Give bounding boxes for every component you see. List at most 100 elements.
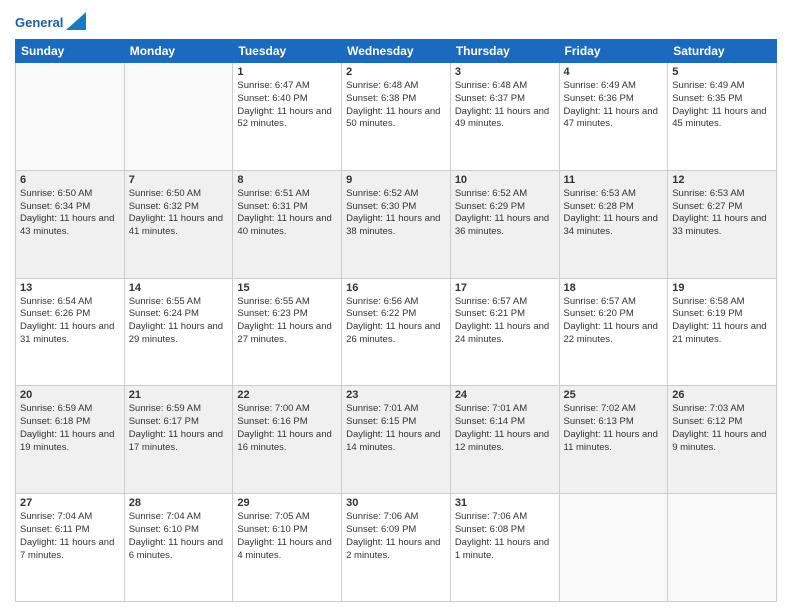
- day-info: Sunrise: 6:48 AM Sunset: 6:37 PM Dayligh…: [455, 80, 555, 131]
- calendar-week-3: 13 Sunrise: 6:54 AM Sunset: 6:26 PM Dayli…: [16, 278, 777, 386]
- day-info: Sunrise: 7:04 AM Sunset: 6:10 PM Dayligh…: [129, 511, 229, 562]
- day-info: Sunrise: 7:00 AM Sunset: 6:16 PM Dayligh…: [237, 403, 337, 454]
- day-number: 21: [129, 389, 229, 401]
- day-info: Sunrise: 6:57 AM Sunset: 6:20 PM Dayligh…: [564, 296, 664, 347]
- calendar-cell: [16, 63, 125, 171]
- day-number: 15: [237, 282, 337, 294]
- calendar-cell: 15 Sunrise: 6:55 AM Sunset: 6:23 PM Dayli…: [233, 278, 342, 386]
- day-info: Sunrise: 6:54 AM Sunset: 6:26 PM Dayligh…: [20, 296, 120, 347]
- calendar-cell: 24Sunrise: 7:01 AM Sunset: 6:14 PM Dayli…: [450, 386, 559, 494]
- weekday-header-row: SundayMondayTuesdayWednesdayThursdayFrid…: [16, 40, 777, 63]
- day-number: 26: [672, 389, 772, 401]
- day-number: 23: [346, 389, 446, 401]
- day-number: 16: [346, 282, 446, 294]
- calendar-cell: 12 Sunrise: 6:53 AM Sunset: 6:27 PM Dayli…: [668, 170, 777, 278]
- day-number: 22: [237, 389, 337, 401]
- calendar-cell: 27 Sunrise: 7:04 AM Sunset: 6:11 PM Dayli…: [16, 494, 125, 602]
- calendar-cell: [668, 494, 777, 602]
- day-number: 30: [346, 497, 446, 509]
- day-number: 3: [455, 66, 555, 78]
- day-number: 24: [455, 389, 555, 401]
- day-info: Sunrise: 6:53 AM Sunset: 6:28 PM Dayligh…: [564, 188, 664, 239]
- day-info: Sunrise: 7:03 AM Sunset: 6:12 PM Dayligh…: [672, 403, 772, 454]
- calendar-cell: 13 Sunrise: 6:54 AM Sunset: 6:26 PM Dayli…: [16, 278, 125, 386]
- day-number: 27: [20, 497, 120, 509]
- calendar-week-2: 6 Sunrise: 6:50 AM Sunset: 6:34 PM Daylig…: [16, 170, 777, 278]
- day-number: 8: [237, 174, 337, 186]
- day-info: Sunrise: 6:58 AM Sunset: 6:19 PM Dayligh…: [672, 296, 772, 347]
- calendar-cell: 14Sunrise: 6:55 AM Sunset: 6:24 PM Dayli…: [124, 278, 233, 386]
- day-info: Sunrise: 6:53 AM Sunset: 6:27 PM Dayligh…: [672, 188, 772, 239]
- calendar-cell: 31 Sunrise: 7:06 AM Sunset: 6:08 PM Dayli…: [450, 494, 559, 602]
- day-info: Sunrise: 7:06 AM Sunset: 6:09 PM Dayligh…: [346, 511, 446, 562]
- calendar-cell: 1Sunrise: 6:47 AM Sunset: 6:40 PM Daylig…: [233, 63, 342, 171]
- calendar-cell: 23 Sunrise: 7:01 AM Sunset: 6:15 PM Dayli…: [342, 386, 451, 494]
- calendar-cell: 26 Sunrise: 7:03 AM Sunset: 6:12 PM Dayli…: [668, 386, 777, 494]
- day-info: Sunrise: 6:59 AM Sunset: 6:17 PM Dayligh…: [129, 403, 229, 454]
- day-info: Sunrise: 6:49 AM Sunset: 6:36 PM Dayligh…: [564, 80, 664, 131]
- day-info: Sunrise: 6:55 AM Sunset: 6:23 PM Dayligh…: [237, 296, 337, 347]
- calendar-cell: 18Sunrise: 6:57 AM Sunset: 6:20 PM Dayli…: [559, 278, 668, 386]
- calendar-cell: 5Sunrise: 6:49 AM Sunset: 6:35 PM Daylig…: [668, 63, 777, 171]
- day-number: 25: [564, 389, 664, 401]
- calendar-cell: 19Sunrise: 6:58 AM Sunset: 6:19 PM Dayli…: [668, 278, 777, 386]
- day-number: 31: [455, 497, 555, 509]
- calendar-cell: 9 Sunrise: 6:52 AM Sunset: 6:30 PM Daylig…: [342, 170, 451, 278]
- day-number: 12: [672, 174, 772, 186]
- day-number: 14: [129, 282, 229, 294]
- day-info: Sunrise: 6:47 AM Sunset: 6:40 PM Dayligh…: [237, 80, 337, 131]
- day-info: Sunrise: 7:04 AM Sunset: 6:11 PM Dayligh…: [20, 511, 120, 562]
- weekday-header-sunday: Sunday: [16, 40, 125, 63]
- weekday-header-saturday: Saturday: [668, 40, 777, 63]
- calendar-cell: 8 Sunrise: 6:51 AM Sunset: 6:31 PM Daylig…: [233, 170, 342, 278]
- calendar-cell: 2Sunrise: 6:48 AM Sunset: 6:38 PM Daylig…: [342, 63, 451, 171]
- day-number: 9: [346, 174, 446, 186]
- calendar-cell: 22 Sunrise: 7:00 AM Sunset: 6:16 PM Dayli…: [233, 386, 342, 494]
- calendar-cell: 20 Sunrise: 6:59 AM Sunset: 6:18 PM Dayli…: [16, 386, 125, 494]
- logo-text-general: General: [15, 15, 63, 31]
- calendar-cell: 3 Sunrise: 6:48 AM Sunset: 6:37 PM Daylig…: [450, 63, 559, 171]
- weekday-header-thursday: Thursday: [450, 40, 559, 63]
- day-number: 20: [20, 389, 120, 401]
- day-number: 5: [672, 66, 772, 78]
- logo-icon: [66, 12, 86, 30]
- calendar-cell: [559, 494, 668, 602]
- day-info: Sunrise: 6:59 AM Sunset: 6:18 PM Dayligh…: [20, 403, 120, 454]
- weekday-header-wednesday: Wednesday: [342, 40, 451, 63]
- calendar-table: SundayMondayTuesdayWednesdayThursdayFrid…: [15, 39, 777, 602]
- calendar-cell: 29Sunrise: 7:05 AM Sunset: 6:10 PM Dayli…: [233, 494, 342, 602]
- day-info: Sunrise: 6:57 AM Sunset: 6:21 PM Dayligh…: [455, 296, 555, 347]
- day-info: Sunrise: 7:01 AM Sunset: 6:15 PM Dayligh…: [346, 403, 446, 454]
- calendar-week-4: 20 Sunrise: 6:59 AM Sunset: 6:18 PM Dayli…: [16, 386, 777, 494]
- calendar-cell: 4 Sunrise: 6:49 AM Sunset: 6:36 PM Daylig…: [559, 63, 668, 171]
- calendar-cell: 10 Sunrise: 6:52 AM Sunset: 6:29 PM Dayli…: [450, 170, 559, 278]
- weekday-header-monday: Monday: [124, 40, 233, 63]
- day-info: Sunrise: 6:50 AM Sunset: 6:34 PM Dayligh…: [20, 188, 120, 239]
- day-info: Sunrise: 7:05 AM Sunset: 6:10 PM Dayligh…: [237, 511, 337, 562]
- day-number: 4: [564, 66, 664, 78]
- day-info: Sunrise: 7:02 AM Sunset: 6:13 PM Dayligh…: [564, 403, 664, 454]
- calendar-cell: 30 Sunrise: 7:06 AM Sunset: 6:09 PM Dayli…: [342, 494, 451, 602]
- day-number: 13: [20, 282, 120, 294]
- calendar-cell: [124, 63, 233, 171]
- calendar-cell: 7Sunrise: 6:50 AM Sunset: 6:32 PM Daylig…: [124, 170, 233, 278]
- day-info: Sunrise: 6:52 AM Sunset: 6:29 PM Dayligh…: [455, 188, 555, 239]
- calendar-cell: 28 Sunrise: 7:04 AM Sunset: 6:10 PM Dayli…: [124, 494, 233, 602]
- calendar-cell: 25 Sunrise: 7:02 AM Sunset: 6:13 PM Dayli…: [559, 386, 668, 494]
- day-info: Sunrise: 6:52 AM Sunset: 6:30 PM Dayligh…: [346, 188, 446, 239]
- calendar-cell: 16 Sunrise: 6:56 AM Sunset: 6:22 PM Dayli…: [342, 278, 451, 386]
- day-number: 6: [20, 174, 120, 186]
- day-info: Sunrise: 6:51 AM Sunset: 6:31 PM Dayligh…: [237, 188, 337, 239]
- calendar-cell: 21 Sunrise: 6:59 AM Sunset: 6:17 PM Dayli…: [124, 386, 233, 494]
- header: General: [15, 10, 777, 33]
- page: General SundayMondayTuesdayWednesdayThur…: [0, 0, 792, 612]
- calendar-cell: 6 Sunrise: 6:50 AM Sunset: 6:34 PM Daylig…: [16, 170, 125, 278]
- day-number: 28: [129, 497, 229, 509]
- day-number: 17: [455, 282, 555, 294]
- day-number: 2: [346, 66, 446, 78]
- calendar-week-5: 27 Sunrise: 7:04 AM Sunset: 6:11 PM Dayli…: [16, 494, 777, 602]
- day-info: Sunrise: 6:50 AM Sunset: 6:32 PM Dayligh…: [129, 188, 229, 239]
- day-number: 10: [455, 174, 555, 186]
- day-info: Sunrise: 6:56 AM Sunset: 6:22 PM Dayligh…: [346, 296, 446, 347]
- day-info: Sunrise: 7:06 AM Sunset: 6:08 PM Dayligh…: [455, 511, 555, 562]
